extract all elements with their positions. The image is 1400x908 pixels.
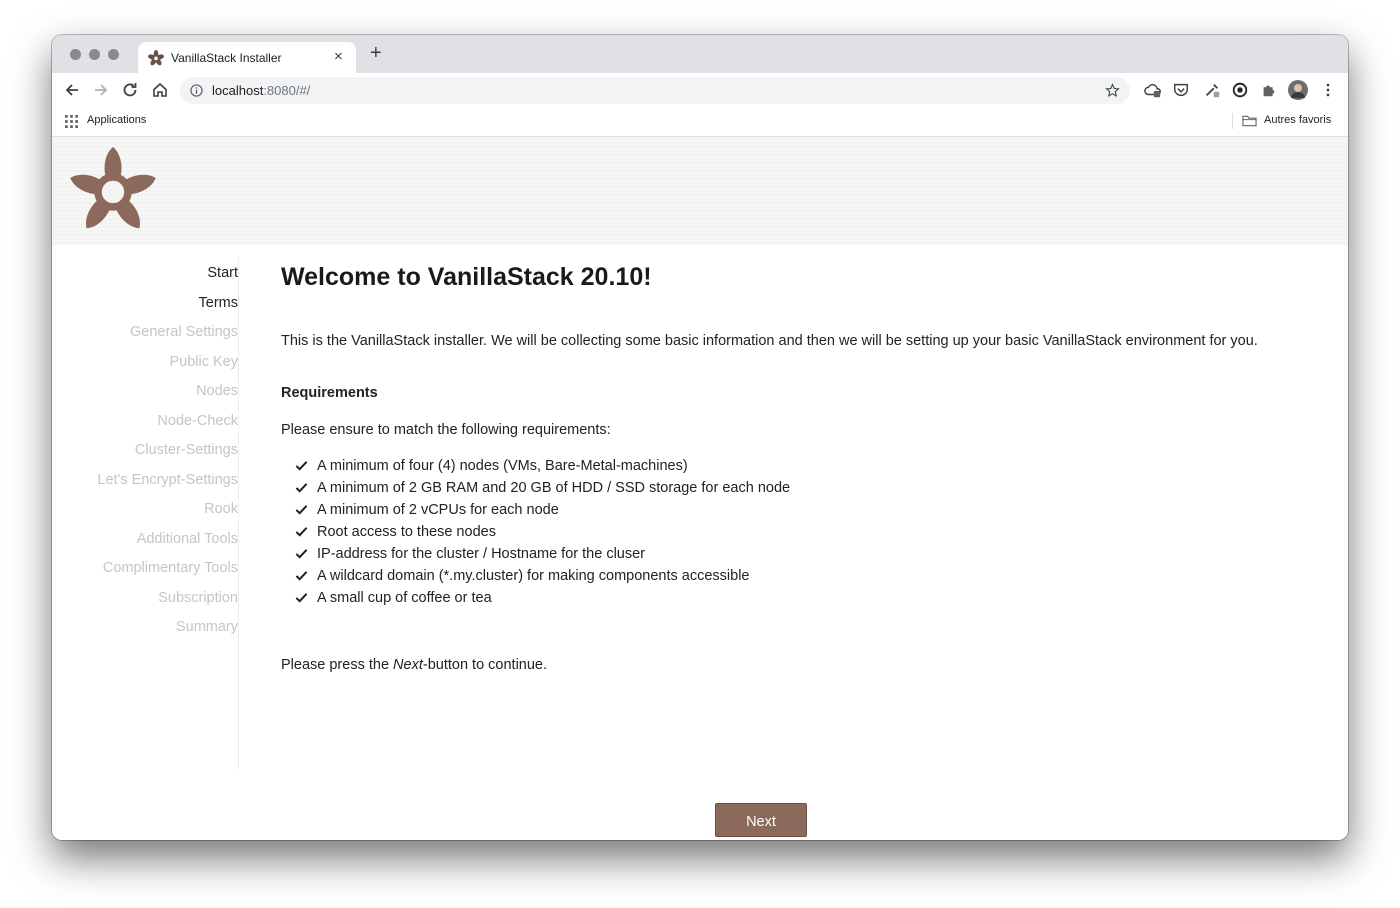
- bookmarks-bar: Applications Autres favoris: [52, 107, 1348, 137]
- requirements-heading: Requirements: [281, 385, 378, 401]
- url-text: localhost:8080/#/: [212, 83, 311, 98]
- checkmark-icon: [295, 483, 308, 493]
- step-cluster-settings: Cluster-Settings: [134, 442, 238, 458]
- list-item: A minimum of 2 vCPUs for each node: [295, 502, 790, 524]
- step-rook: Rook: [204, 501, 238, 517]
- tab-close-icon[interactable]: ×: [334, 48, 343, 65]
- page-content: Start Terms General Settings Public Key …: [52, 137, 1348, 840]
- reload-icon[interactable]: [120, 80, 140, 100]
- page-title: Welcome to VanillaStack 20.10!: [281, 263, 652, 291]
- bookmark-star-icon[interactable]: [1105, 83, 1120, 98]
- address-bar[interactable]: localhost:8080/#/: [180, 77, 1130, 104]
- avatar[interactable]: [1288, 80, 1308, 100]
- cloud-extension-icon[interactable]: [1144, 81, 1162, 99]
- list-item: A minimum of four (4) nodes (VMs, Bare-M…: [295, 458, 790, 480]
- puzzle-icon[interactable]: [1260, 81, 1278, 99]
- step-lets-encrypt-settings: Let's Encrypt-Settings: [97, 472, 238, 488]
- bookmark-applications[interactable]: Applications: [87, 114, 146, 126]
- tab-title: VanillaStack Installer: [171, 51, 282, 65]
- step-summary: Summary: [175, 619, 238, 635]
- checkmark-icon: [295, 527, 308, 537]
- step-terms[interactable]: Terms: [52, 295, 238, 311]
- flower-logo-icon: [70, 147, 156, 229]
- step-node-check: Node-Check: [157, 413, 238, 429]
- next-button[interactable]: Next: [715, 803, 807, 837]
- maximize-window-icon[interactable]: [108, 49, 119, 60]
- step-subscription: Subscription: [158, 590, 238, 606]
- checkmark-icon: [295, 549, 308, 559]
- info-icon[interactable]: [190, 84, 203, 97]
- flower-icon: [148, 50, 164, 66]
- checkmark-icon: [295, 461, 308, 471]
- forward-icon[interactable]: [91, 80, 111, 100]
- tab-strip: VanillaStack Installer × +: [52, 35, 1348, 73]
- requirements-intro: Please ensure to match the following req…: [281, 422, 611, 438]
- list-item: A wildcard domain (*.my.cluster) for mak…: [295, 568, 790, 590]
- checkmark-icon: [295, 593, 308, 603]
- bookmark-folder-other[interactable]: Autres favoris: [1264, 114, 1331, 126]
- browser-window: VanillaStack Installer × + localhost:808…: [52, 35, 1348, 840]
- eyedropper-icon[interactable]: [1203, 81, 1221, 99]
- continue-instruction: Please press the Next-button to continue…: [281, 657, 548, 673]
- list-item: A minimum of 2 GB RAM and 20 GB of HDD /…: [295, 480, 790, 502]
- step-additional-tools: Additional Tools: [136, 531, 238, 547]
- checkmark-icon: [295, 505, 308, 515]
- folder-icon: [1242, 115, 1257, 127]
- pocket-icon[interactable]: [1172, 81, 1190, 99]
- close-window-icon[interactable]: [70, 49, 81, 60]
- list-item: IP-address for the cluster / Hostname fo…: [295, 546, 790, 568]
- new-tab-button[interactable]: +: [370, 43, 382, 63]
- step-nodes: Nodes: [196, 383, 238, 399]
- extension-badge-icon[interactable]: [1231, 81, 1249, 99]
- minimize-window-icon[interactable]: [89, 49, 100, 60]
- apps-grid-icon[interactable]: [65, 115, 78, 128]
- step-complimentary-tools: Complimentary Tools: [102, 560, 238, 576]
- step-general-settings: General Settings: [129, 324, 238, 340]
- step-public-key: Public Key: [169, 354, 238, 370]
- bookmark-divider: [1232, 113, 1233, 129]
- requirements-list: A minimum of four (4) nodes (VMs, Bare-M…: [295, 458, 790, 612]
- header-banner: [52, 137, 1348, 245]
- intro-text: This is the VanillaStack installer. We w…: [281, 333, 1258, 349]
- list-item: A small cup of coffee or tea: [295, 590, 790, 612]
- browser-tab[interactable]: VanillaStack Installer ×: [138, 42, 356, 73]
- step-start[interactable]: Start: [52, 265, 238, 281]
- more-menu-icon[interactable]: [1319, 81, 1337, 99]
- wizard-steps-nav: Start Terms General Settings Public Key …: [52, 257, 239, 769]
- list-item: Root access to these nodes: [295, 524, 790, 546]
- back-icon[interactable]: [62, 80, 82, 100]
- checkmark-icon: [295, 571, 308, 581]
- home-icon[interactable]: [150, 80, 170, 100]
- browser-toolbar: localhost:8080/#/: [52, 73, 1348, 107]
